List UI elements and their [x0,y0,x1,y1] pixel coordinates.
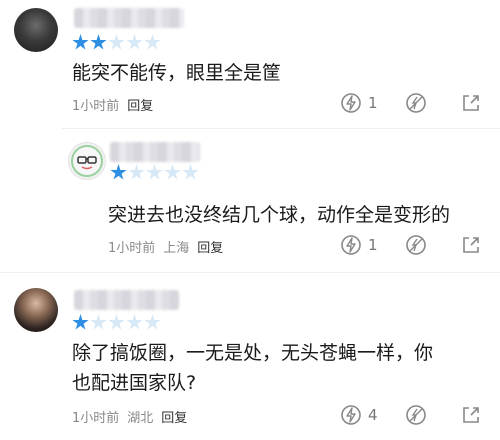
star-icon [90,34,107,50]
share-button[interactable] [460,92,482,114]
location: 上海 [163,241,190,256]
star-icon [144,34,161,50]
star-rating [110,164,199,181]
username-blurred[interactable] [110,142,200,162]
comment-text: 能突不能传，眼里全是筐 [72,62,282,84]
username-blurred[interactable] [74,8,184,28]
comment-text: 突进去也没终结几个球，动作全是变形的 [108,204,451,226]
dislike-icon [406,405,426,425]
lightning-like-icon [341,405,361,425]
star-icon [126,314,143,330]
like-count: 4 [368,406,378,424]
comment-meta: 1小时前 湖北 回复 [72,407,187,426]
share-button[interactable] [460,234,482,256]
star-icon [90,314,107,330]
share-icon [463,407,479,423]
share-button[interactable] [460,404,482,426]
timestamp: 1小时前 [72,411,120,426]
like-button[interactable]: 1 [340,92,378,114]
star-rating [72,314,161,331]
divider [62,128,500,129]
lightning-like-icon [341,93,361,113]
lightning-like-icon [341,235,361,255]
share-icon [463,95,479,111]
star-icon [144,314,161,330]
comment-item: 突进去也没终结几个球，动作全是变形的 1小时前 上海 回复 1 [0,130,500,270]
comment-item: 除了搞饭圈，一无是处，无头苍蝇一样，你 也配进国家队? 1小时前 湖北 回复 4 [0,276,500,440]
star-rating [72,34,161,51]
star-icon [108,314,125,330]
comment-meta: 1小时前 上海 回复 [108,237,223,256]
reply-link[interactable]: 回复 [127,95,153,114]
like-count: 1 [368,236,378,254]
dislike-button[interactable] [405,92,427,114]
star-icon [164,164,181,180]
timestamp: 1小时前 [108,241,156,256]
star-icon [72,314,89,330]
avatar[interactable] [14,8,58,52]
avatar-face-icon [71,145,103,177]
avatar[interactable] [14,288,58,332]
star-icon [146,164,163,180]
avatar[interactable] [68,142,106,180]
star-icon [108,34,125,50]
star-icon [110,164,127,180]
dislike-icon [406,235,426,255]
star-icon [128,164,145,180]
reply-link[interactable]: 回复 [161,407,187,426]
reply-link[interactable]: 回复 [197,237,223,256]
dislike-button[interactable] [405,404,427,426]
location: 湖北 [127,411,154,426]
timestamp: 1小时前 [72,99,120,114]
star-icon [72,34,89,50]
like-button[interactable]: 1 [340,234,378,256]
comment-text: 除了搞饭圈，一无是处，无头苍蝇一样，你 也配进国家队? [72,342,434,394]
divider [0,272,500,273]
share-icon [463,237,479,253]
username-blurred[interactable] [74,290,179,310]
dislike-button[interactable] [405,234,427,256]
like-count: 1 [368,94,378,112]
comment-meta: 1小时前 回复 [72,95,153,114]
like-button[interactable]: 4 [340,404,378,426]
comment-item: 能突不能传，眼里全是筐 1小时前 回复 1 [0,0,500,130]
star-icon [126,34,143,50]
star-icon [182,164,199,180]
dislike-icon [406,93,426,113]
